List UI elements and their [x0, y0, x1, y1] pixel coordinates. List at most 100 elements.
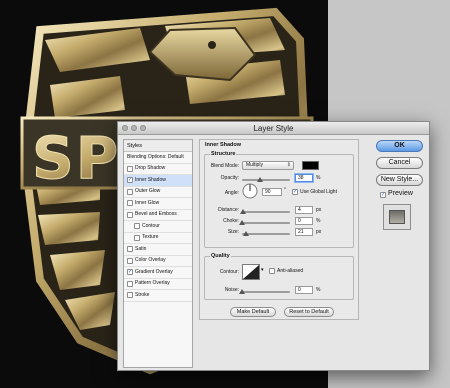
preview-thumbnail [383, 204, 411, 230]
shadow-color-swatch[interactable] [302, 161, 319, 170]
blend-mode-label: Blend Mode: [210, 163, 239, 169]
styles-header[interactable]: Styles [124, 140, 192, 152]
blend-mode-select[interactable]: Multiply ⇕ [242, 161, 294, 170]
style-checkbox[interactable]: ✓ [127, 177, 133, 184]
size-field[interactable]: 21 [295, 228, 313, 236]
styles-list: Styles Blending Options: Default Drop Sha… [123, 139, 193, 368]
dialog-title: Layer Style [253, 124, 294, 133]
opacity-field[interactable]: 38 [295, 174, 313, 182]
styles-item-label: Contour [142, 222, 160, 229]
anti-aliased-label: Anti-aliased [277, 268, 304, 274]
contour-label: Contour: [219, 269, 239, 275]
styles-item[interactable]: Stroke [124, 290, 192, 302]
noise-slider-thumb[interactable] [239, 289, 245, 294]
panel-title: Inner Shadow [205, 142, 242, 148]
inner-shadow-panel: Inner Shadow Structure Blend Mode: Multi… [199, 139, 359, 320]
minimize-window-icon[interactable] [131, 125, 137, 131]
styles-item-label: Color Overlay [135, 257, 166, 263]
contour-dropdown-icon[interactable]: ▾ [261, 267, 264, 273]
styles-item[interactable]: Inner Glow [124, 198, 192, 210]
style-checkbox[interactable] [127, 257, 133, 264]
styles-item[interactable]: Blending Options: Default [124, 152, 192, 164]
cancel-button[interactable]: Cancel [376, 157, 423, 169]
distance-unit: px [316, 207, 322, 213]
styles-item[interactable]: Contour [124, 221, 192, 233]
styles-item-label: Outer Glow [135, 188, 161, 194]
new-style-button[interactable]: New Style... [376, 174, 423, 186]
styles-item-label: Gradient Overlay [135, 268, 173, 275]
blend-mode-value: Multiply [246, 162, 263, 168]
ok-button[interactable]: OK [376, 140, 423, 152]
make-default-button[interactable]: Make Default [230, 307, 276, 317]
choke-label: Choke: [223, 218, 239, 224]
reset-to-default-button[interactable]: Reset to Default [284, 307, 334, 317]
opacity-slider-thumb[interactable] [257, 177, 264, 182]
chevron-updown-icon: ⇕ [286, 162, 291, 168]
noise-unit: % [316, 287, 321, 293]
use-global-light-checkbox[interactable]: ✓ [292, 189, 298, 195]
styles-item-label: Inner Shadow [135, 176, 166, 183]
styles-item[interactable]: Outer Glow [124, 187, 192, 198]
structure-group: Structure Blend Mode: Multiply ⇕ Opacity… [204, 151, 354, 248]
structure-label: Structure [210, 151, 237, 157]
styles-item[interactable]: Satin [124, 244, 192, 256]
styles-item-label: Pattern Overlay [135, 280, 170, 286]
styles-item-label: Blending Options: Default [127, 153, 184, 160]
distance-slider-thumb[interactable] [239, 209, 246, 214]
styles-item[interactable]: Drop Shadow [124, 164, 192, 175]
size-slider-thumb[interactable] [242, 231, 249, 236]
opacity-unit: % [316, 175, 321, 181]
size-label: Size: [227, 229, 239, 235]
styles-item-label: Inner Glow [135, 199, 160, 206]
style-checkbox[interactable] [127, 165, 133, 172]
angle-label: Angle: [224, 190, 239, 196]
distance-field[interactable]: 4 [295, 206, 313, 214]
styles-item[interactable]: Texture [124, 233, 192, 244]
distance-slider[interactable] [242, 211, 290, 213]
style-checkbox[interactable] [127, 280, 133, 287]
choke-slider[interactable] [242, 222, 290, 224]
noise-label: Noise: [224, 287, 239, 293]
styles-item-label: Stroke [135, 291, 150, 298]
layer-style-dialog: Layer Style Styles Blending Options: Def… [117, 121, 430, 371]
anti-aliased-checkbox[interactable] [269, 268, 275, 274]
style-checkbox[interactable] [127, 188, 133, 195]
distance-label: Distance: [218, 207, 239, 213]
styles-item-label: Bevel and Emboss [135, 211, 177, 217]
dialog-titlebar: Layer Style [118, 122, 429, 135]
preview-label: Preview [388, 190, 413, 197]
styles-item[interactable]: ✓ Inner Shadow [124, 175, 192, 187]
styles-item-label: Texture [142, 234, 159, 240]
opacity-label: Opacity: [220, 175, 239, 181]
noise-slider[interactable] [242, 291, 290, 293]
styles-item[interactable]: Color Overlay [124, 256, 192, 267]
styles-item[interactable]: Bevel and Emboss [124, 210, 192, 221]
contour-preview-icon[interactable] [242, 264, 260, 280]
choke-field[interactable]: 0 [295, 217, 313, 225]
style-checkbox[interactable] [127, 292, 133, 299]
style-checkbox[interactable] [127, 211, 133, 218]
size-slider[interactable] [242, 233, 290, 235]
styles-item-label: Satin [135, 245, 147, 252]
zoom-window-icon[interactable] [140, 125, 146, 131]
opacity-slider[interactable] [242, 179, 290, 181]
style-checkbox[interactable] [127, 200, 133, 207]
styles-item[interactable]: Pattern Overlay [124, 279, 192, 290]
close-window-icon[interactable] [122, 125, 128, 131]
choke-unit: % [316, 218, 321, 224]
preview-checkbox[interactable]: ✓ [380, 192, 386, 198]
use-global-light-label: Use Global Light [300, 189, 337, 195]
style-checkbox[interactable] [134, 223, 140, 230]
choke-slider-thumb[interactable] [239, 220, 245, 225]
style-checkbox[interactable] [127, 246, 133, 253]
style-checkbox[interactable] [134, 234, 140, 241]
style-checkbox[interactable]: ✓ [127, 269, 133, 276]
angle-field[interactable]: 90 [262, 188, 282, 196]
styles-item[interactable]: ✓ Gradient Overlay [124, 267, 192, 279]
quality-group: Quality Contour: ▾ Anti-aliased Noise: 0… [204, 253, 354, 300]
noise-field[interactable]: 0 [295, 286, 313, 294]
styles-item-label: Drop Shadow [135, 165, 166, 171]
angle-unit: ° [284, 187, 286, 193]
size-unit: px [316, 229, 322, 235]
angle-dial-icon[interactable] [242, 183, 258, 199]
